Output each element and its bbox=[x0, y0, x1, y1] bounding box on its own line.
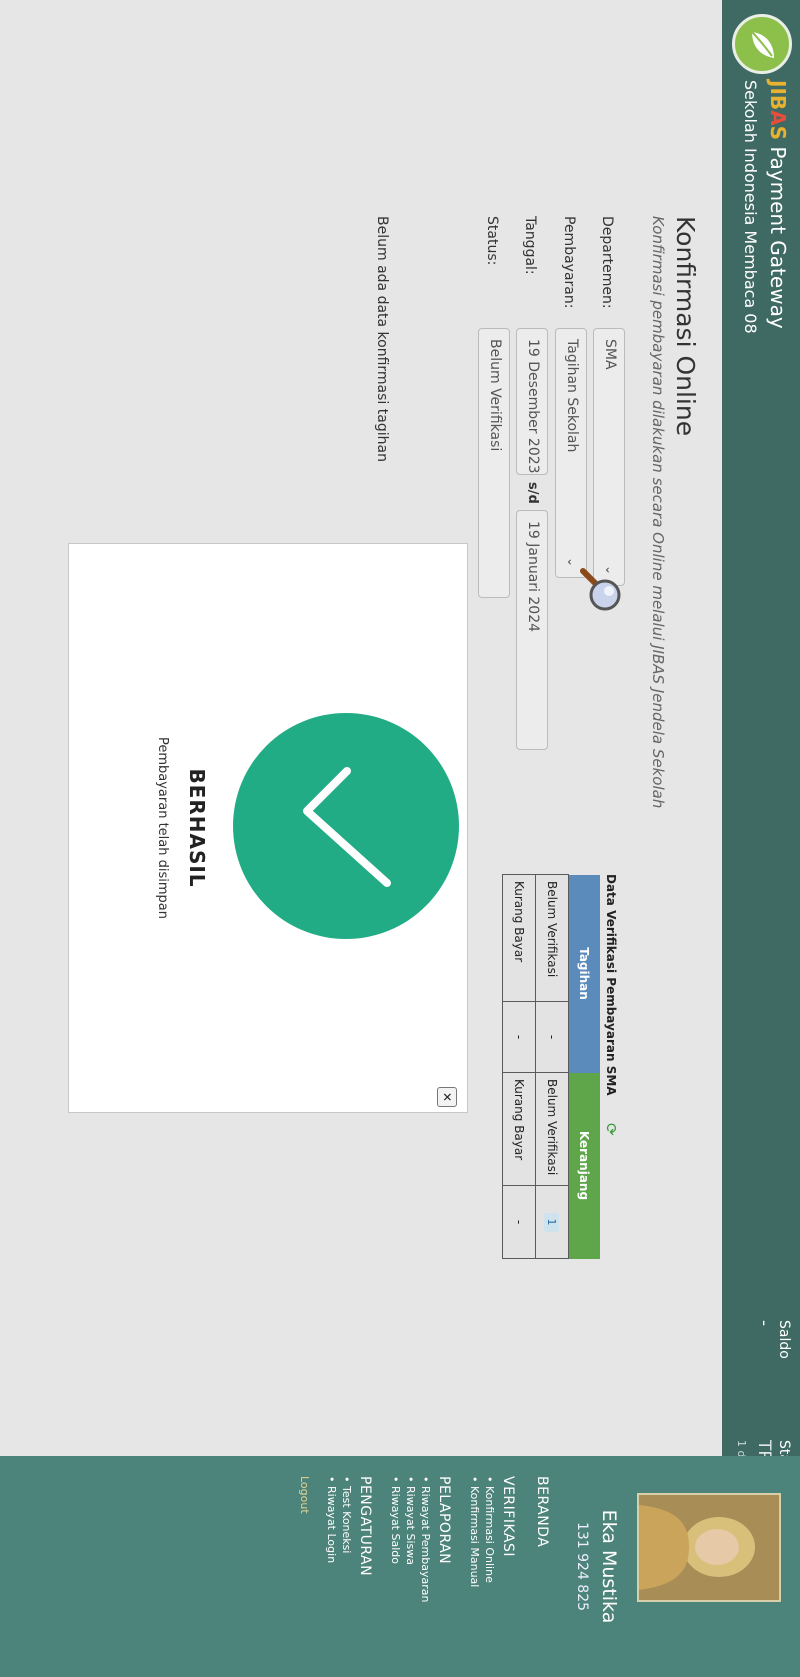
tagihan-status-cell: Belum Verifikasi bbox=[535, 874, 569, 1002]
logout-link[interactable]: Logout bbox=[298, 1476, 311, 1666]
verif-table: Tagihan Keranjang Belum Verifikasi - Bel… bbox=[502, 874, 600, 1259]
check-icon bbox=[233, 713, 459, 939]
success-title: BERHASIL bbox=[185, 768, 209, 888]
page-subtitle: Konfirmasi pembayaran dilakukan secara O… bbox=[649, 216, 667, 809]
departemen-select[interactable]: SMA ⌄ bbox=[593, 328, 625, 586]
col-keranjang: Keranjang bbox=[568, 1072, 600, 1259]
pembayaran-label: Pembayaran: bbox=[561, 216, 577, 309]
keranjang-count-badge[interactable]: 1 bbox=[544, 1212, 560, 1232]
saldo-value: - bbox=[754, 1320, 774, 1327]
pembayaran-select[interactable]: Tagihan Sekolah ⌄ bbox=[555, 328, 587, 578]
brand-a: A bbox=[766, 110, 790, 126]
brand-s: S bbox=[766, 125, 790, 141]
refresh-icon[interactable]: ⟳ bbox=[602, 1123, 620, 1136]
app-window: JIBAS Payment Gateway Sekolah Indonesia … bbox=[0, 0, 800, 1677]
sidebar-item-beranda[interactable]: BERANDA bbox=[534, 1476, 550, 1666]
tanggal-label: Tanggal: bbox=[522, 216, 538, 275]
table-row: Kurang Bayar - Kurang Bayar - bbox=[502, 874, 536, 1259]
page-title: Konfirmasi Online bbox=[671, 216, 700, 437]
keranjang-count-cell[interactable]: 1 bbox=[535, 1185, 569, 1259]
sidebar-section-verifikasi: VERIFIKASI bbox=[500, 1476, 516, 1557]
school-name: Sekolah Indonesia Membaca 08 bbox=[741, 80, 760, 334]
success-message: Pembayaran telah disimpan bbox=[155, 736, 170, 919]
close-icon[interactable]: ✕ bbox=[437, 1087, 457, 1107]
verif-table-title: Data Verifikasi Pembayaran SMA bbox=[604, 874, 618, 1096]
sidebar-item-konfirmasi-manual[interactable]: Konfirmasi Manual bbox=[468, 1476, 481, 1666]
keranjang-status-cell: Kurang Bayar bbox=[502, 1072, 536, 1186]
keranjang-count-cell: - bbox=[502, 1185, 536, 1259]
sidebar-item-riwayat-saldo[interactable]: Riwayat Saldo bbox=[389, 1476, 402, 1666]
brand-rest: Payment Gateway bbox=[766, 140, 790, 329]
empty-message: Belum ada data konfirmasi tagihan bbox=[374, 216, 390, 462]
sidebar-nav: BERANDA VERIFIKASI Konfirmasi Online Kon… bbox=[298, 1476, 550, 1666]
sidebar-section-pelaporan: PELAPORAN bbox=[436, 1476, 452, 1565]
sidebar-item-riwayat-siswa[interactable]: Riwayat Siswa bbox=[404, 1476, 417, 1666]
tanggal-from-input[interactable]: 19 Desember 2023 bbox=[516, 328, 548, 475]
departemen-label: Departemen: bbox=[599, 216, 615, 309]
tagihan-status-cell: Kurang Bayar bbox=[502, 874, 536, 1002]
status-select[interactable]: Belum Verifikasi bbox=[478, 328, 510, 598]
top-header: JIBAS Payment Gateway Sekolah Indonesia … bbox=[722, 0, 800, 1677]
sidebar-item-riwayat-pembayaran[interactable]: Riwayat Pembayaran bbox=[419, 1476, 432, 1666]
saldo-label: Saldo bbox=[776, 1320, 792, 1359]
avatar bbox=[637, 1493, 781, 1602]
user-id: 131 924 825 bbox=[574, 1521, 590, 1612]
status-filter-label: Status: bbox=[484, 216, 500, 266]
leaf-logo-icon[interactable] bbox=[732, 14, 792, 74]
sidebar-section-pengaturan: PENGATURAN bbox=[357, 1476, 373, 1577]
search-icon[interactable] bbox=[571, 565, 625, 617]
tagihan-count-cell: - bbox=[502, 1001, 536, 1073]
sidebar-item-riwayat-login[interactable]: Riwayat Login bbox=[325, 1476, 338, 1666]
keranjang-status-cell: Belum Verifikasi bbox=[535, 1072, 569, 1186]
user-name: Eka Mustika bbox=[598, 1509, 620, 1624]
table-row: Belum Verifikasi - Belum Verifikasi 1 bbox=[535, 874, 569, 1259]
pembayaran-value: Tagihan Sekolah bbox=[564, 339, 580, 453]
tanggal-to-input[interactable]: 19 Januari 2024 bbox=[516, 510, 548, 750]
date-range-separator: s/d bbox=[525, 482, 540, 504]
col-tagihan: Tagihan bbox=[568, 874, 600, 1073]
departemen-value: SMA bbox=[602, 339, 618, 370]
sidebar-item-test-koneksi[interactable]: Test Koneksi bbox=[340, 1476, 353, 1666]
brand-title: JIBAS Payment Gateway bbox=[766, 80, 790, 329]
sidebar-item-konfirmasi-online[interactable]: Konfirmasi Online bbox=[483, 1476, 496, 1666]
tagihan-count-cell: - bbox=[535, 1001, 569, 1073]
brand-jib: JIB bbox=[766, 80, 790, 111]
